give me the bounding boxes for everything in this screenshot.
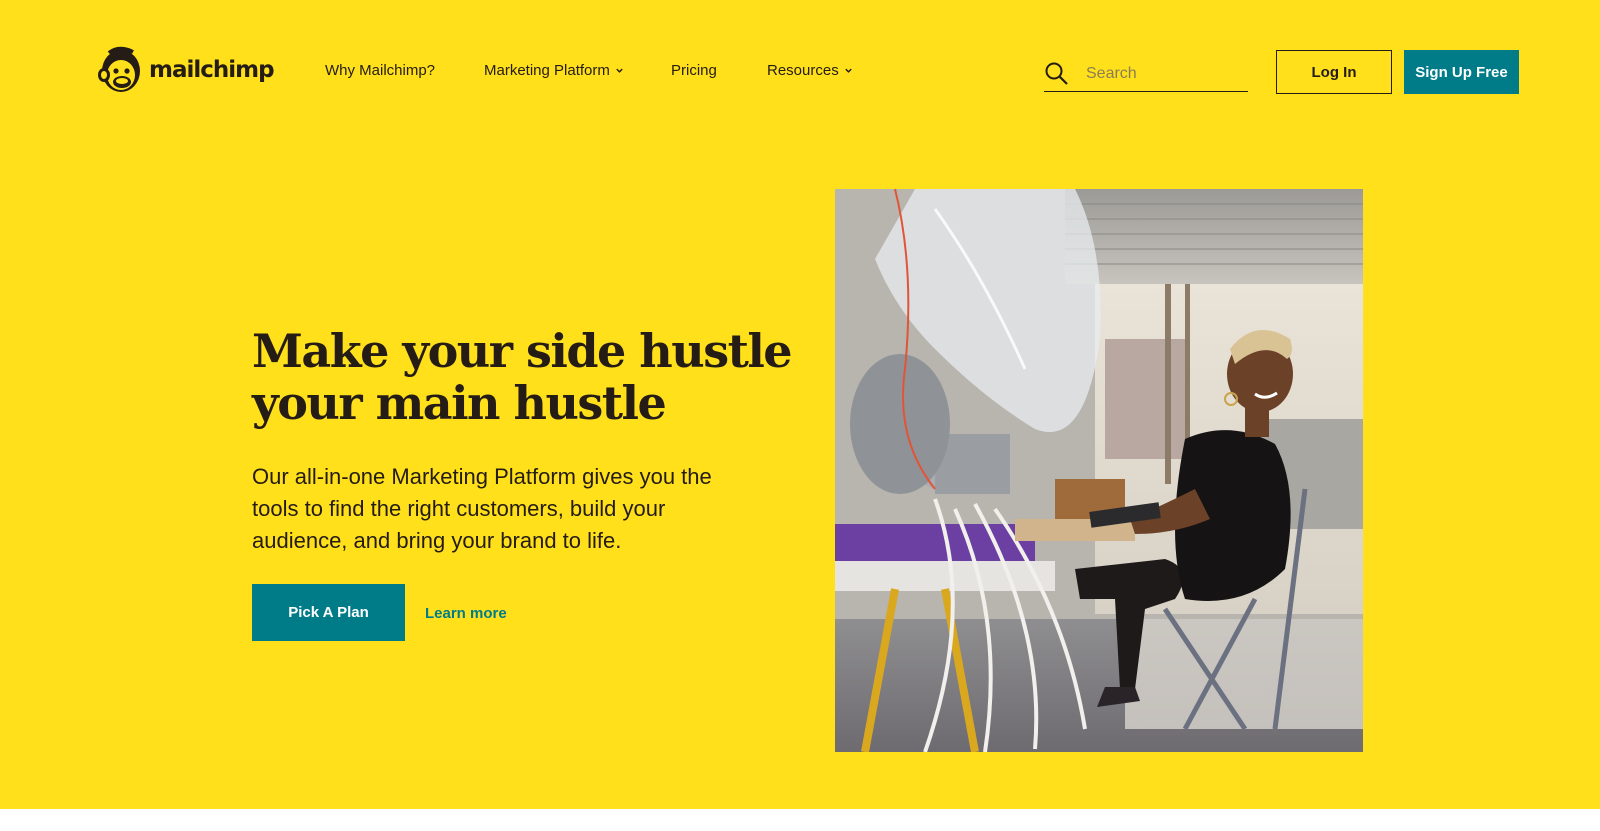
nav-why-mailchimp[interactable]: Why Mailchimp?	[325, 62, 435, 79]
nav-label: Resources	[767, 62, 839, 79]
search-input[interactable]	[1086, 64, 1236, 83]
learn-more-link[interactable]: Learn more	[425, 605, 507, 622]
nav-label: Marketing Platform	[484, 62, 610, 79]
freddie-monkey-icon	[97, 45, 145, 95]
sign-up-free-button[interactable]: Sign Up Free	[1404, 50, 1519, 94]
hero-headline: Make your side hustle your main hustle	[252, 325, 812, 429]
chevron-down-icon	[616, 68, 623, 73]
headline-line-1: Make your side hustle	[252, 324, 793, 378]
nav-resources[interactable]: Resources	[767, 62, 853, 79]
nav-label: Pricing	[671, 62, 717, 79]
headline-line-2: your main hustle	[252, 376, 667, 430]
logo-wordmark: mailchimp	[149, 57, 275, 83]
nav-pricing[interactable]: Pricing	[671, 62, 717, 79]
pick-a-plan-button[interactable]: Pick A Plan	[252, 584, 405, 641]
hero-subtext: Our all-in-one Marketing Platform gives …	[252, 464, 712, 553]
chevron-down-icon	[844, 68, 852, 73]
search-box	[1044, 56, 1248, 92]
hero-photo	[835, 189, 1363, 752]
mailchimp-logo[interactable]: mailchimp	[97, 44, 275, 96]
page: mailchimp Why Mailchimp? Marketing Platf…	[0, 0, 1600, 831]
log-in-button[interactable]: Log In	[1276, 50, 1392, 94]
nav-label: Why Mailchimp?	[325, 62, 436, 79]
nav-marketing-platform[interactable]: Marketing Platform	[484, 62, 624, 79]
search-icon[interactable]	[1044, 61, 1070, 87]
